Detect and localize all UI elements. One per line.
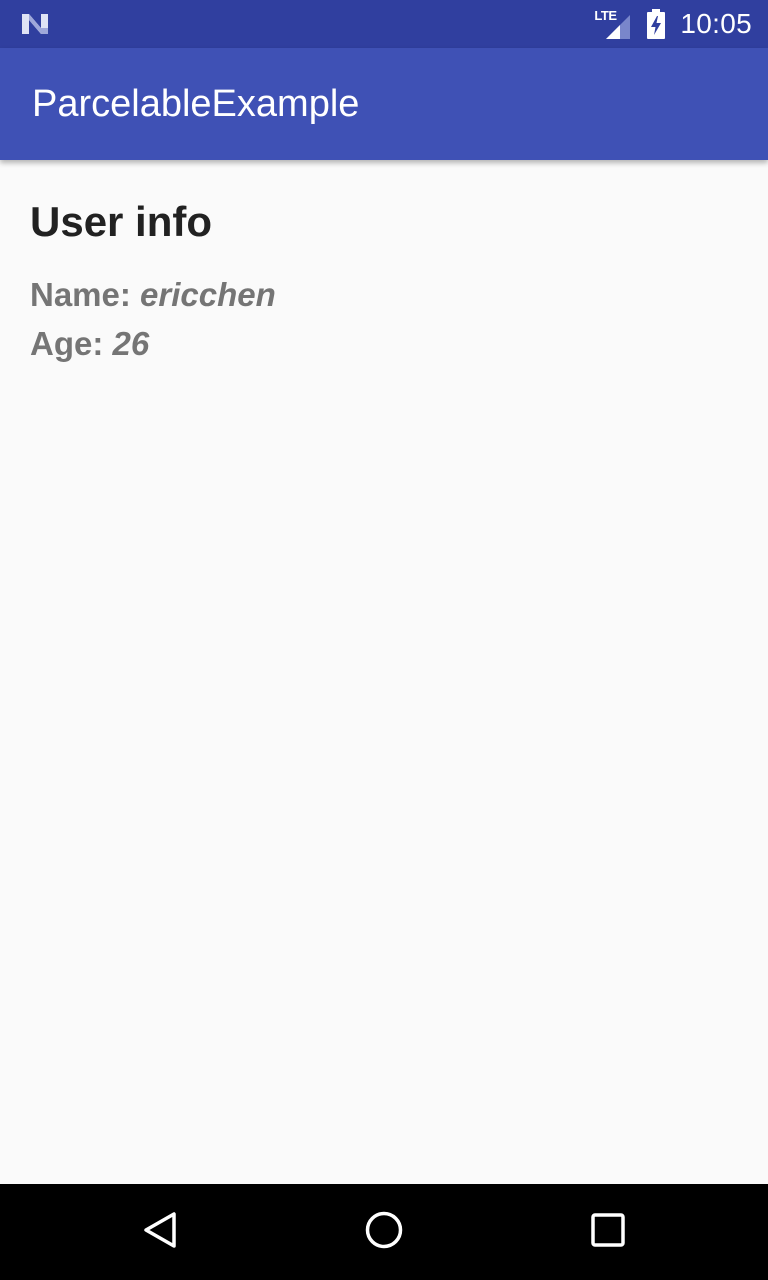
- name-value: ericchen: [140, 276, 276, 313]
- user-age-row: Age: 26: [30, 322, 149, 366]
- user-name-row: Name: ericchen: [30, 273, 276, 317]
- app-title: ParcelableExample: [32, 83, 360, 125]
- back-triangle-icon: [140, 1210, 180, 1255]
- main-content: User info Name: ericchen Age: 26: [0, 160, 768, 1184]
- battery-charging-icon: [646, 9, 666, 39]
- signal-icon: LTE: [594, 9, 632, 39]
- age-value: 26: [112, 325, 150, 362]
- name-label: Name:: [30, 276, 141, 313]
- user-info-heading: User info: [30, 198, 213, 245]
- home-circle-icon: [364, 1210, 404, 1255]
- recents-square-icon: [588, 1210, 628, 1255]
- home-button[interactable]: [360, 1208, 408, 1256]
- n-logo-icon: [20, 12, 50, 36]
- navigation-bar: [0, 1184, 768, 1280]
- age-label: Age:: [30, 325, 113, 362]
- app-screen: LTE 10:05 ParcelableExample User info Na…: [0, 0, 768, 1280]
- app-bar: ParcelableExample: [0, 48, 768, 160]
- status-icons: LTE 10:05: [594, 0, 752, 48]
- status-bar: LTE 10:05: [0, 0, 768, 48]
- recents-button[interactable]: [584, 1208, 632, 1256]
- back-button[interactable]: [136, 1208, 184, 1256]
- status-time: 10:05: [680, 8, 752, 39]
